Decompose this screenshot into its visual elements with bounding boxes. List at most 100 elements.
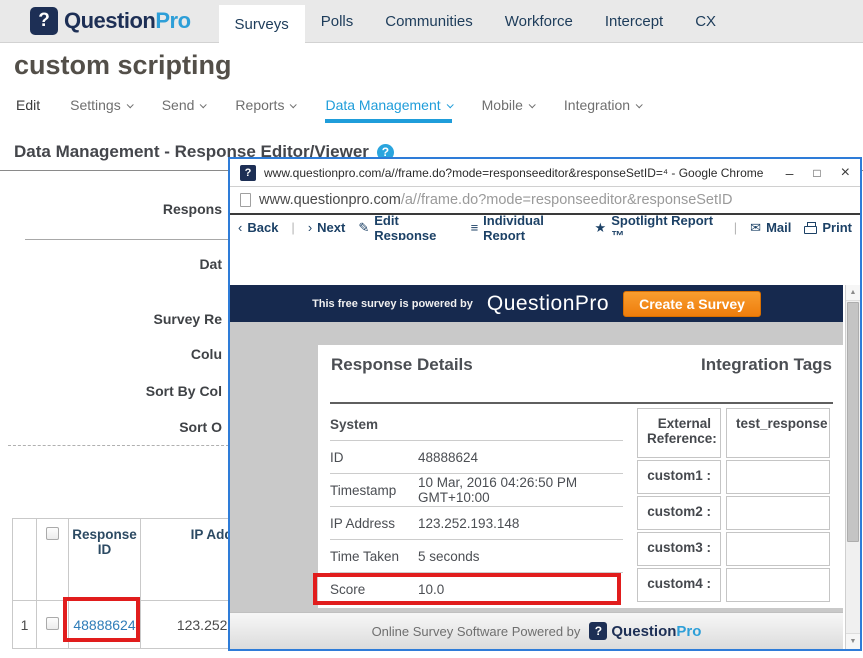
- logo-text-pro: Pro: [676, 623, 701, 640]
- chevron-down-icon: [446, 101, 453, 108]
- chevron-down-icon: [126, 101, 133, 108]
- edit-response-label: Edit Response: [374, 213, 457, 243]
- footer-logo-text: QuestionPro: [611, 623, 701, 640]
- survey-subnav: Edit Settings Send Reports Data Manageme…: [16, 97, 641, 113]
- subnav-send[interactable]: Send: [162, 97, 206, 113]
- questionpro-logo[interactable]: ? QuestionPro: [30, 7, 191, 35]
- toolbar-separator: |: [734, 220, 737, 235]
- detail-label: ID: [330, 450, 418, 465]
- detail-value: 10 Mar, 2016 04:26:50 PM GMT+10:00: [418, 475, 623, 505]
- subnav-data-management[interactable]: Data Management: [325, 97, 451, 113]
- tab-intercept[interactable]: Intercept: [589, 0, 679, 43]
- row-response-id-cell: 48888624: [69, 601, 141, 649]
- back-label: Back: [247, 220, 278, 235]
- subnav-settings-label: Settings: [70, 97, 121, 113]
- chevron-down-icon: [529, 101, 536, 108]
- integration-label-external-reference: External Reference:: [637, 408, 721, 458]
- spotlight-report-label: Spotlight Report ™: [611, 213, 721, 243]
- form-label-sort-by-column: Sort By Col: [12, 383, 222, 399]
- form-label-columns: Colu: [12, 346, 222, 362]
- chevron-right-icon: ›: [308, 220, 312, 235]
- create-a-survey-button[interactable]: Create a Survey: [623, 291, 761, 317]
- tab-surveys[interactable]: Surveys: [219, 5, 305, 44]
- form-divider: [25, 239, 228, 240]
- form-label-response: Respons: [12, 201, 222, 217]
- detail-label: Score: [330, 582, 418, 597]
- row-checkbox[interactable]: [46, 617, 59, 630]
- response-toolbar: ‹Back | › Next ✎ Edit Response ≡Individual…: [230, 215, 860, 240]
- toolbar-separator: |: [291, 220, 294, 235]
- top-navbar: ? QuestionPro Surveys Polls Communities …: [0, 0, 863, 43]
- list-icon: ≡: [471, 220, 479, 235]
- scroll-down-icon[interactable]: ▼: [846, 633, 860, 649]
- mail-button[interactable]: ✉Mail: [750, 220, 791, 236]
- window-titlebar: ? www.questionpro.com/a//frame.do?mode=r…: [230, 159, 860, 187]
- minimize-icon[interactable]: –: [786, 166, 794, 180]
- response-details-heading: Response Details: [331, 355, 473, 375]
- logo-text-question: Question: [64, 8, 155, 33]
- pencil-icon: ✎: [358, 220, 369, 236]
- questionpro-logo-icon: ?: [30, 7, 58, 35]
- iframe-scrollbar[interactable]: ▲ ▼: [845, 285, 860, 649]
- subnav-integration[interactable]: Integration: [564, 97, 641, 113]
- maximize-icon[interactable]: □: [813, 167, 820, 179]
- subnav-reports[interactable]: Reports: [235, 97, 295, 113]
- integration-tags-heading: Integration Tags: [701, 355, 832, 375]
- next-label: Next: [317, 220, 345, 235]
- scrollbar-thumb[interactable]: [847, 302, 859, 542]
- edit-response-button[interactable]: ✎ Edit Response: [358, 213, 457, 243]
- response-editor-popup-window: ? www.questionpro.com/a//frame.do?mode=r…: [228, 157, 862, 651]
- print-button[interactable]: Print: [804, 220, 852, 235]
- page-title: custom scripting: [14, 50, 232, 81]
- subnav-integration-label: Integration: [564, 97, 630, 113]
- integration-value-custom2: [726, 496, 830, 530]
- powered-by-banner: This free survey is powered by QuestionP…: [230, 285, 843, 322]
- back-button[interactable]: ‹Back: [238, 220, 278, 235]
- chevron-down-icon: [290, 101, 297, 108]
- questionpro-logo-icon: ?: [589, 622, 607, 640]
- chevron-down-icon: [200, 101, 207, 108]
- questionpro-favicon-icon: ?: [240, 165, 256, 181]
- individual-report-button[interactable]: ≡Individual Report: [471, 213, 582, 243]
- spotlight-report-button[interactable]: ★Spotlight Report ™: [595, 213, 721, 243]
- survey-footer: Online Survey Software Powered by ? Ques…: [230, 612, 843, 649]
- detail-label: Time Taken: [330, 549, 418, 564]
- url-bar[interactable]: www.questionpro.com/a//frame.do?mode=res…: [230, 187, 860, 215]
- subnav-edit-label: Edit: [16, 97, 40, 113]
- response-id-link[interactable]: 48888624: [73, 617, 135, 633]
- footer-questionpro-logo[interactable]: ? QuestionPro: [589, 622, 701, 640]
- subnav-data-management-label: Data Management: [325, 97, 440, 113]
- subnav-reports-label: Reports: [235, 97, 284, 113]
- scroll-up-icon[interactable]: ▲: [846, 285, 860, 301]
- row-index: 1: [13, 601, 37, 649]
- detail-value: 123.252.193.148: [418, 516, 519, 531]
- tab-polls[interactable]: Polls: [305, 0, 370, 43]
- close-icon[interactable]: ×: [841, 165, 850, 181]
- product-tabs: Surveys Polls Communities Workforce Inte…: [219, 0, 733, 43]
- detail-row-timestamp: Timestamp 10 Mar, 2016 04:26:50 PM GMT+1…: [330, 474, 623, 507]
- tab-workforce[interactable]: Workforce: [489, 0, 589, 43]
- logo-text-pro: Pro: [155, 8, 190, 33]
- questionpro-logo-text: QuestionPro: [64, 8, 191, 34]
- survey-content-background: Response Details Integration Tags System…: [230, 322, 843, 612]
- form-label-sort-order: Sort O: [12, 419, 222, 435]
- mail-label: Mail: [766, 220, 791, 235]
- detail-value: 48888624: [418, 450, 478, 465]
- select-all-checkbox[interactable]: [46, 527, 59, 540]
- next-button[interactable]: › Next: [308, 220, 346, 235]
- subnav-send-label: Send: [162, 97, 195, 113]
- tab-cx[interactable]: CX: [679, 0, 732, 43]
- print-label: Print: [822, 220, 852, 235]
- logo-text-question: Question: [611, 623, 676, 640]
- tab-communities[interactable]: Communities: [369, 0, 489, 43]
- integration-label-custom2: custom2 :: [637, 496, 721, 530]
- integration-label-custom1: custom1 :: [637, 460, 721, 494]
- form-label-survey-re: Survey Re: [12, 311, 222, 327]
- subnav-settings[interactable]: Settings: [70, 97, 132, 113]
- subnav-edit[interactable]: Edit: [16, 97, 40, 113]
- chevron-down-icon: [636, 101, 643, 108]
- detail-label: Timestamp: [330, 483, 418, 498]
- detail-value: 5 seconds: [418, 549, 480, 564]
- response-panel: Response Details Integration Tags System…: [318, 345, 845, 608]
- subnav-mobile[interactable]: Mobile: [482, 97, 534, 113]
